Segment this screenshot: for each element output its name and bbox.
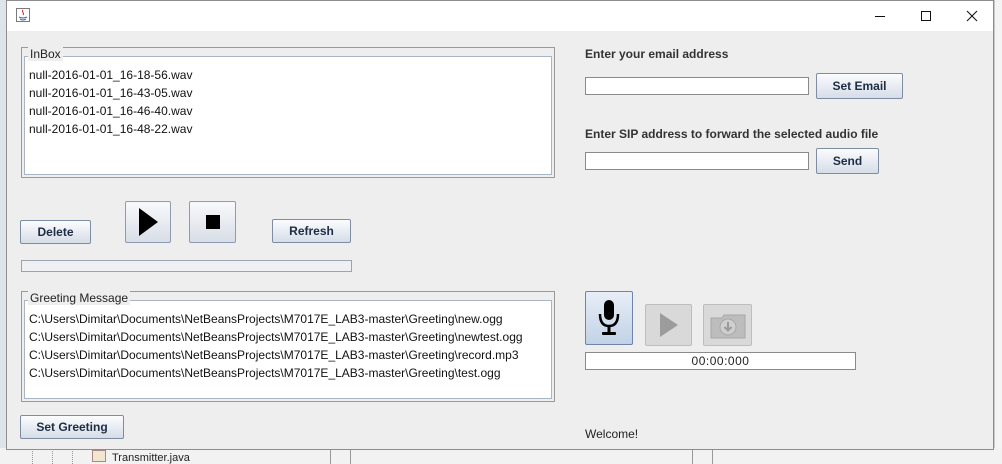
- greeting-list-item[interactable]: C:\Users\Dimitar\Documents\NetBeansProje…: [29, 310, 523, 328]
- microphone-icon: [598, 300, 620, 335]
- stop-icon: [205, 215, 220, 229]
- recording-timer: 00:00:000: [585, 352, 856, 370]
- inbox-list[interactable]: null-2016-01-01_16-18-56.wav null-2016-0…: [29, 66, 192, 138]
- play-icon: [659, 313, 678, 337]
- close-icon: [966, 10, 978, 22]
- set-greeting-button[interactable]: Set Greeting: [20, 415, 124, 439]
- set-email-button[interactable]: Set Email: [816, 73, 903, 99]
- minimize-button[interactable]: [857, 1, 903, 31]
- greeting-panel: C:\Users\Dimitar\Documents\NetBeansProje…: [21, 291, 555, 402]
- java-app-icon: [16, 8, 30, 22]
- stop-button[interactable]: [189, 201, 236, 243]
- sip-address-field[interactable]: [585, 152, 809, 170]
- inbox-list-item[interactable]: null-2016-01-01_16-48-22.wav: [29, 120, 192, 138]
- inbox-title: InBox: [28, 47, 63, 61]
- save-icon: [710, 314, 745, 339]
- greeting-list-item[interactable]: C:\Users\Dimitar\Documents\NetBeansProje…: [29, 328, 523, 346]
- send-button[interactable]: Send: [816, 148, 879, 174]
- play-button[interactable]: [125, 201, 171, 243]
- sip-label: Enter SIP address to forward the selecte…: [585, 127, 879, 141]
- inbox-list-box[interactable]: null-2016-01-01_16-18-56.wav null-2016-0…: [24, 56, 552, 175]
- maximize-button[interactable]: [903, 1, 949, 31]
- play-icon: [139, 208, 158, 236]
- delete-button[interactable]: Delete: [20, 220, 91, 244]
- greeting-list-item[interactable]: C:\Users\Dimitar\Documents\NetBeansProje…: [29, 346, 523, 364]
- recorder-play-button[interactable]: [645, 304, 692, 346]
- minimize-icon: [875, 16, 885, 17]
- title-bar: [7, 1, 993, 31]
- background-ide-right: [994, 0, 1002, 464]
- maximize-icon: [921, 11, 931, 21]
- inbox-list-item[interactable]: null-2016-01-01_16-43-05.wav: [29, 84, 192, 102]
- inbox-panel: null-2016-01-01_16-18-56.wav null-2016-0…: [21, 47, 555, 178]
- status-message: Welcome!: [585, 427, 639, 441]
- greeting-list-item[interactable]: C:\Users\Dimitar\Documents\NetBeansProje…: [29, 364, 523, 382]
- app-window: null-2016-01-01_16-18-56.wav null-2016-0…: [6, 0, 994, 450]
- greeting-list[interactable]: C:\Users\Dimitar\Documents\NetBeansProje…: [29, 310, 523, 382]
- greeting-title: Greeting Message: [28, 291, 131, 305]
- email-field[interactable]: [585, 77, 809, 95]
- close-button[interactable]: [949, 1, 995, 31]
- recorder-save-button[interactable]: [703, 304, 752, 346]
- email-label: Enter your email address: [585, 47, 729, 61]
- inbox-list-item[interactable]: null-2016-01-01_16-46-40.wav: [29, 102, 192, 120]
- playback-progress-bar: [21, 260, 352, 272]
- background-tree-item: Transmitter.java: [92, 450, 190, 464]
- content-pane: null-2016-01-01_16-18-56.wav null-2016-0…: [7, 31, 993, 449]
- record-button[interactable]: [585, 291, 633, 345]
- inbox-list-item[interactable]: null-2016-01-01_16-18-56.wav: [29, 66, 192, 84]
- refresh-button[interactable]: Refresh: [272, 219, 351, 243]
- background-ide-bottom: Transmitter.java: [0, 448, 1002, 464]
- greeting-list-box[interactable]: C:\Users\Dimitar\Documents\NetBeansProje…: [24, 300, 552, 399]
- java-file-icon: [92, 450, 106, 462]
